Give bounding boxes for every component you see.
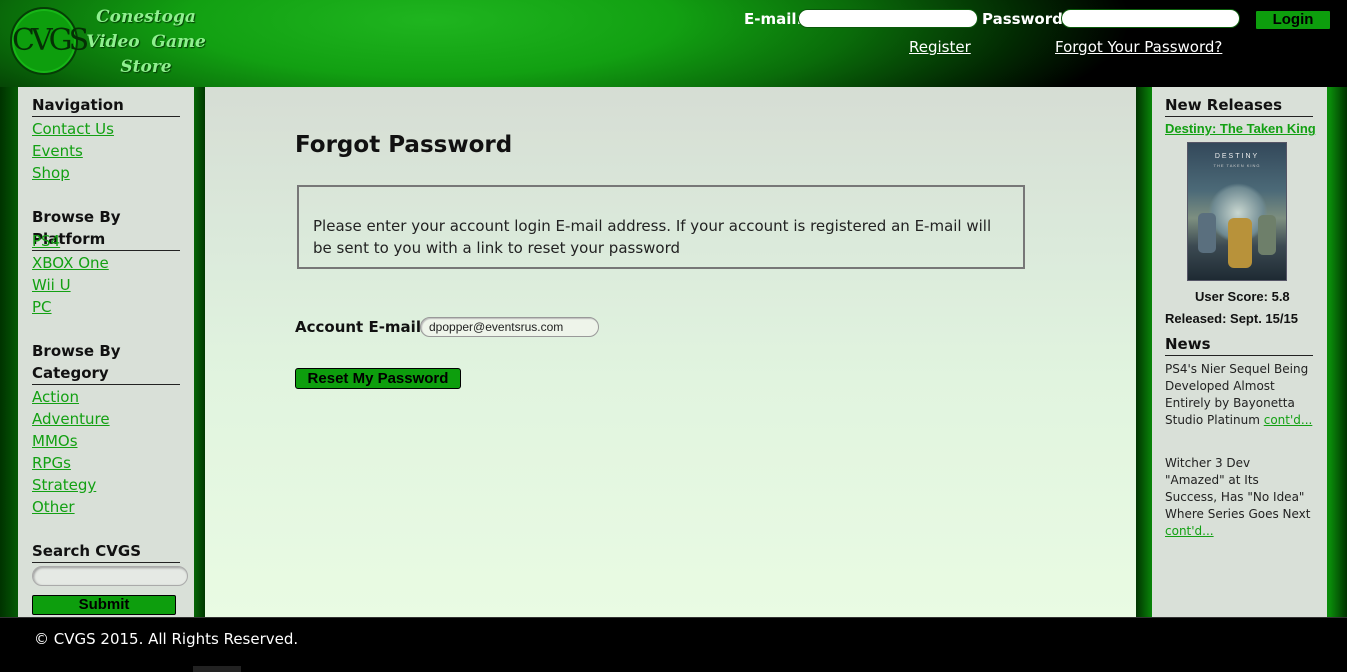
game-box-art[interactable]: DESTINY THE TAKEN KING	[1187, 142, 1287, 281]
email-label: E-mail:	[744, 10, 803, 28]
info-box: Please enter your account login E-mail a…	[297, 185, 1025, 269]
release-date: Released: Sept. 15/15	[1165, 311, 1298, 326]
category-link-action[interactable]: Action	[32, 386, 79, 408]
platform-link-pc[interactable]: PC	[32, 296, 52, 318]
news-more-link[interactable]: cont'd...	[1264, 413, 1313, 427]
nav-link-shop[interactable]: Shop	[32, 162, 70, 184]
info-text: Please enter your account login E-mail a…	[313, 217, 992, 257]
category-link-strategy[interactable]: Strategy	[32, 474, 96, 496]
box-art-figure-left	[1198, 213, 1216, 253]
nav-link-contact-us[interactable]: Contact Us	[32, 118, 114, 140]
search-title: Search CVGS	[32, 540, 180, 563]
user-score: User Score: 5.8	[1195, 289, 1290, 304]
copyright-text: © CVGS 2015. All Rights Reserved.	[34, 630, 299, 648]
category-title-line-2: Category	[32, 364, 109, 382]
logo-mark: CVGS	[12, 23, 89, 58]
news-item: Witcher 3 Dev "Amazed" at Its Success, H…	[1165, 455, 1313, 540]
category-title: Browse By Category	[32, 340, 180, 385]
platform-link-xbox-one[interactable]: XBOX One	[32, 252, 109, 274]
password-label: Password:	[982, 10, 1069, 28]
reset-password-button[interactable]: Reset My Password	[295, 368, 461, 389]
box-art-subtitle: THE TAKEN KING	[1213, 163, 1261, 168]
account-email-input[interactable]	[420, 317, 599, 337]
news-headline: Witcher 3 Dev "Amazed" at Its Success, H…	[1165, 456, 1311, 521]
box-art-figure	[1228, 218, 1252, 268]
login-password-input[interactable]	[1061, 9, 1240, 28]
logo-line-3: Store	[120, 57, 172, 77]
news-more-link[interactable]: cont'd...	[1165, 524, 1214, 538]
logo-text: Conestoga Video Game Store	[82, 5, 210, 80]
logo[interactable]: CVGS	[10, 7, 89, 75]
category-link-mmos[interactable]: MMOs	[32, 430, 78, 452]
login-button[interactable]: Login	[1255, 10, 1331, 30]
forgot-password-link[interactable]: Forgot Your Password?	[1055, 38, 1222, 56]
right-sidebar: New Releases Destiny: The Taken King DES…	[1152, 87, 1327, 617]
logo-line-1: Conestoga	[96, 7, 196, 27]
horizontal-scrollbar[interactable]	[193, 666, 241, 672]
register-link[interactable]: Register	[909, 38, 971, 56]
page-title: Forgot Password	[295, 132, 513, 158]
box-art-title: DESTINY	[1214, 153, 1260, 160]
box-art-figure-right	[1258, 215, 1276, 255]
news-title: News	[1165, 333, 1313, 356]
login-email-input[interactable]	[798, 9, 978, 28]
category-link-adventure[interactable]: Adventure	[32, 408, 110, 430]
left-sidebar: Navigation Contact Us Events Shop Browse…	[18, 87, 194, 617]
release-link[interactable]: Destiny: The Taken King	[1165, 121, 1316, 136]
platform-link-ps4[interactable]: PS4	[32, 230, 60, 252]
account-email-label: Account E-mail:	[295, 318, 427, 336]
category-link-other[interactable]: Other	[32, 496, 75, 518]
site-header: CVGS Conestoga Video Game Store E-mail: …	[0, 0, 1347, 87]
site-footer: © CVGS 2015. All Rights Reserved.	[0, 617, 1347, 672]
navigation-title: Navigation	[32, 94, 180, 117]
new-releases-title: New Releases	[1165, 94, 1313, 117]
category-title-line-1: Browse By	[32, 342, 121, 360]
logo-line-2: Video Game	[86, 32, 206, 52]
news-item: PS4's Nier Sequel Being Developed Almost…	[1165, 361, 1313, 429]
platform-link-wii-u[interactable]: Wii U	[32, 274, 71, 296]
search-submit-button[interactable]: Submit	[32, 595, 176, 615]
nav-link-events[interactable]: Events	[32, 140, 83, 162]
main-content: Forgot Password Please enter your accoun…	[205, 87, 1136, 617]
search-input[interactable]	[32, 566, 188, 586]
category-link-rpgs[interactable]: RPGs	[32, 452, 71, 474]
